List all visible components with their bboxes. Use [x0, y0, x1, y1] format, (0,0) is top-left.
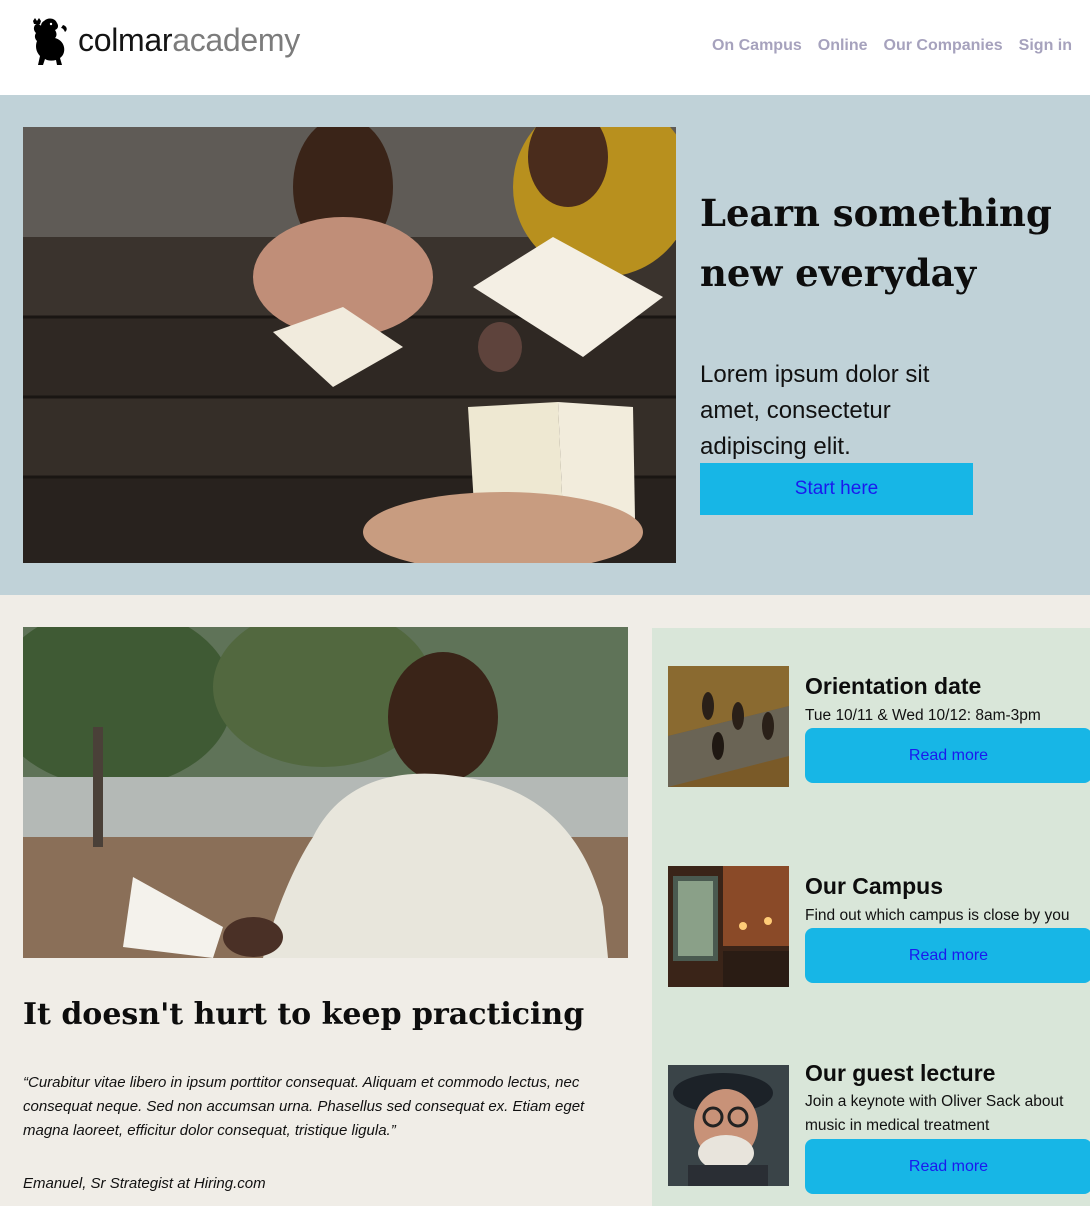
nav-link-on-campus[interactable]: On Campus — [712, 37, 802, 55]
hero-text: Lorem ipsum dolor sit amet, consectetur … — [700, 361, 930, 460]
read-more-button[interactable]: Read more — [805, 1139, 1090, 1194]
orientation-thumbnail — [668, 666, 789, 787]
campus-thumbnail — [668, 866, 789, 987]
card-title: Our Campus — [805, 873, 944, 899]
read-more-button[interactable]: Read more — [805, 928, 1090, 983]
card-description: Find out which campus is close by you — [805, 907, 1070, 924]
site-header: colmaracademy On Campus Online Our Compa… — [0, 0, 1090, 95]
nav-link-sign-in[interactable]: Sign in — [1019, 37, 1072, 55]
hero-section: Learn something new everyday Lorem ipsum… — [0, 95, 1090, 595]
card-title: Our guest lecture — [805, 1060, 996, 1086]
logo-main-text: colmar — [78, 22, 173, 58]
card-description: Tue 10/11 & Wed 10/12: 8am-3pm — [805, 707, 1041, 724]
lower-section: It doesn't hurt to keep practicing “Cura… — [0, 595, 1090, 1206]
feature-image-man-reading — [23, 627, 628, 958]
card-title: Orientation date — [805, 673, 982, 699]
hero-image-students-reading — [23, 127, 676, 563]
logo-accent-text: academy — [172, 22, 300, 58]
nav-link-our-companies[interactable]: Our Companies — [884, 37, 1003, 55]
testimonial-quote: “Curabitur vitae libero in ipsum porttit… — [23, 1074, 585, 1139]
nav-link-online[interactable]: Online — [818, 37, 868, 55]
start-here-button[interactable]: Start here — [700, 463, 973, 515]
guest-lecture-thumbnail — [668, 1065, 789, 1186]
logo-wordmark: colmaracademy — [78, 24, 300, 56]
hero-title: Learn something new everyday — [700, 191, 1052, 295]
feature-title: It doesn't hurt to keep practicing — [23, 997, 585, 1032]
events-sidebar: Orientation date Tue 10/11 & Wed 10/12: … — [652, 628, 1090, 1206]
card-description: Join a keynote with Oliver Sack about mu… — [805, 1093, 1064, 1134]
testimonial-author: Emanuel, Sr Strategist at Hiring.com — [23, 1175, 266, 1192]
lion-logo-icon — [33, 18, 67, 65]
read-more-button[interactable]: Read more — [805, 728, 1090, 783]
main-nav: On Campus Online Our Companies Sign in — [712, 37, 1072, 55]
logo[interactable]: colmaracademy — [30, 17, 300, 69]
